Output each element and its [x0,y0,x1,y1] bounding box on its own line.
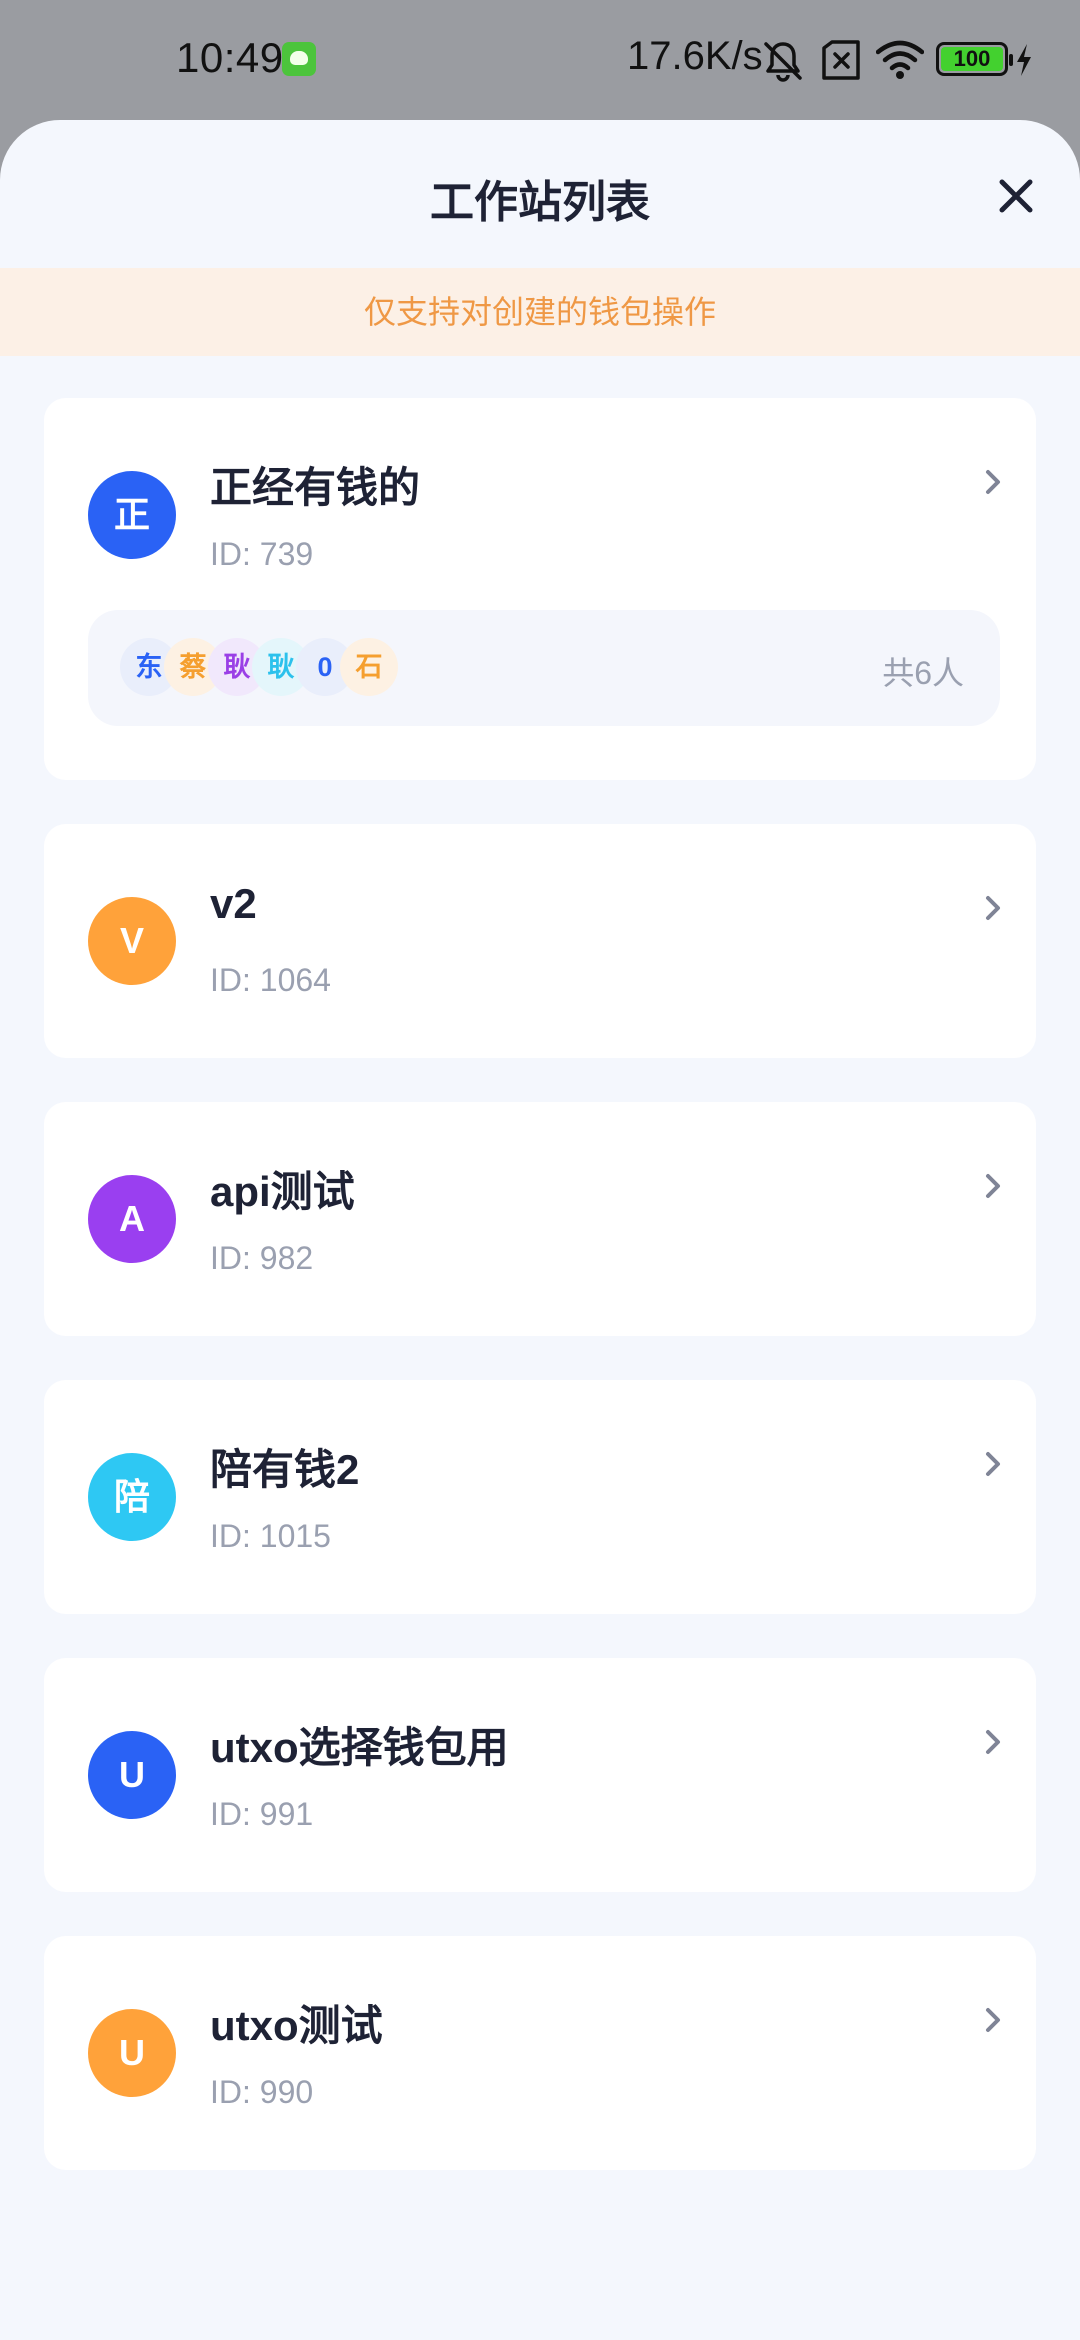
workstation-id: ID: 991 [210,1796,314,1832]
workstation-card[interactable]: 陪 陪有钱2 ID: 1015 [44,1380,1036,1614]
workstation-avatar: A [88,1175,176,1263]
chevron-right-icon [986,2008,1000,2032]
bell-muted-icon [764,42,802,82]
workstation-id: ID: 1015 [210,1518,331,1554]
workstation-id: ID: 982 [210,1240,314,1276]
workstation-id: ID: 1064 [210,962,331,998]
workstation-id: ID: 990 [210,2074,314,2110]
member-count: 共6人 [882,655,964,691]
workstation-avatar: U [88,1731,176,1819]
chevron-right-icon [986,1730,1000,1754]
workstation-id: ID: 739 [210,536,314,572]
workstation-card[interactable]: U utxo选择钱包用 ID: 991 [44,1658,1036,1892]
workstation-avatar: 正 [88,471,176,559]
chevron-right-icon [986,1174,1000,1198]
battery-level: 100 [941,47,1003,71]
workstation-name: utxo选择钱包用 [210,1724,509,1771]
sim-x-icon [822,40,860,80]
status-bar: 10:49 17.6K/s 100 [0,0,1080,120]
network-speed: 17.6K/s [627,34,763,78]
workstation-name: utxo测试 [210,2002,383,2049]
sheet-title: 工作站列表 [430,178,650,227]
workstation-sheet: 工作站列表 仅支持对创建的钱包操作 正 正经有钱的 ID: 739 东蔡耿耿0石… [0,120,1080,2340]
battery-icon: 100 [936,42,1013,76]
workstation-avatar: U [88,2009,176,2097]
workstation-card[interactable]: A api测试 ID: 982 [44,1102,1036,1336]
status-time: 10:49 [176,34,284,81]
workstation-list: 正 正经有钱的 ID: 739 东蔡耿耿0石 共6人 V v2 ID: 1064… [44,398,1036,2214]
workstation-avatar: 陪 [88,1453,176,1541]
member-strip[interactable]: 东蔡耿耿0石 共6人 [88,610,1000,726]
workstation-name: api测试 [210,1168,355,1215]
workstation-card[interactable]: 正 正经有钱的 ID: 739 东蔡耿耿0石 共6人 [44,398,1036,780]
workstation-name: v2 [210,880,257,927]
app-notification-icon [282,42,316,76]
workstation-name: 正经有钱的 [210,464,421,511]
chevron-right-icon [986,470,1000,494]
chevron-right-icon [986,896,1000,920]
chevron-right-icon [986,1452,1000,1476]
charging-icon [1017,44,1031,76]
workstation-name: 陪有钱2 [210,1446,360,1493]
workstation-card[interactable]: V v2 ID: 1064 [44,824,1036,1058]
workstation-avatar: V [88,897,176,985]
notice-banner: 仅支持对创建的钱包操作 [0,268,1080,356]
member-avatar: 石 [340,638,398,696]
close-icon[interactable] [988,168,1044,224]
workstation-card[interactable]: U utxo测试 ID: 990 [44,1936,1036,2170]
sheet-header: 工作站列表 [0,120,1080,268]
wifi-icon [876,40,924,79]
